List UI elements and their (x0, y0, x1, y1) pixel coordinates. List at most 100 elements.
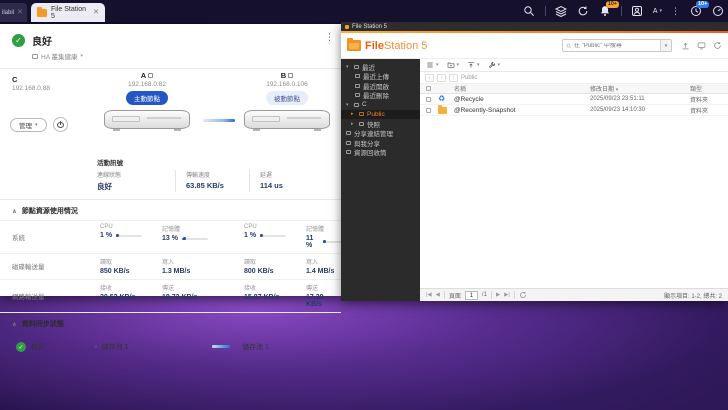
search-icon[interactable] (523, 5, 536, 18)
sidebar-label: 最近上傳 (363, 72, 389, 82)
column-date[interactable]: 修改日期 ▾ (590, 84, 690, 93)
page-total: /1 (482, 292, 487, 298)
select-all-checkbox[interactable] (426, 86, 431, 91)
chevron-down-icon: ▾ (346, 64, 351, 70)
collapse-icon[interactable]: ∧ (12, 208, 17, 215)
tab-ha-partial[interactable]: ilabil ✕ (0, 3, 27, 22)
chevron-right-icon: ▸ (351, 121, 356, 127)
cluster-subtitle: HA 叢集健康 (41, 51, 77, 61)
close-icon[interactable]: ✕ (17, 9, 23, 16)
cell-label: 接收 (244, 283, 306, 292)
sidebar-item-recycle-bin[interactable]: 資源回收筒 (341, 148, 420, 158)
external-link-icon[interactable] (288, 73, 293, 78)
file-row-snapshot[interactable]: @Recently-Snapshot 2025/09/23 14:10:30 資… (420, 105, 728, 116)
chevron-down-icon: ▾ (457, 62, 460, 68)
sidebar-item-share-links[interactable]: 分享連結管理 (341, 129, 420, 139)
search-box[interactable]: ▾ (562, 39, 672, 52)
search-input[interactable] (574, 43, 660, 49)
chevron-down-icon: ▾ (35, 122, 38, 128)
cell-label: 傳送 (162, 283, 244, 292)
cell-label: 寫入 (162, 257, 244, 266)
up-icon[interactable]: ↑ (449, 74, 458, 82)
stat-label: 傳輸速度 (186, 170, 239, 179)
resource-row-system: 系統 CPU 1 % 記憶體 13 % CPU 1 % 記憶體 11 % (0, 220, 341, 253)
row-checkbox[interactable] (426, 97, 431, 102)
tab-label: ilabil (2, 10, 14, 16)
sidebar-group-host[interactable]: ▾ C (341, 100, 420, 110)
external-link-icon[interactable] (148, 73, 153, 78)
node-b-ip: 192.168.0.106 (237, 81, 337, 88)
power-icon (57, 121, 64, 128)
sidebar-item-shared-with-me[interactable]: 與我分享 (341, 138, 420, 148)
remote-display-icon[interactable] (697, 41, 706, 50)
sidebar-item-recent-deleted[interactable]: 最近刪除 (341, 91, 420, 101)
collapse-icon[interactable]: ∧ (12, 321, 17, 328)
app-logo: FileStation 5 (347, 40, 427, 52)
notification-badge: 10+ (606, 1, 619, 9)
prev-page-icon[interactable]: ◀ (436, 292, 440, 298)
refresh-icon[interactable] (519, 291, 527, 299)
background-task-icon[interactable] (577, 5, 590, 18)
view-mode-button[interactable]: ▾ (426, 61, 439, 69)
chevron-down-icon[interactable]: ▾ (80, 53, 83, 59)
cell-value: 1.3 MB/s (162, 268, 190, 275)
notification-bell-icon[interactable]: 10+ (599, 5, 612, 18)
wrench-icon (488, 61, 496, 69)
more-options-icon[interactable]: ⋮ (671, 6, 680, 17)
file-date: 2025/09/23 14:10:30 (590, 107, 690, 113)
stat-value: 63.85 KB/s (186, 181, 239, 190)
cell-label: 記憶體 (162, 224, 244, 233)
search-filter-dropdown[interactable]: ▾ (660, 40, 671, 51)
sidebar-item-public[interactable]: ▸ Public (341, 110, 420, 120)
sort-desc-icon: ▾ (616, 87, 619, 93)
cell-value: 20.52 KB/s (100, 294, 135, 301)
sidebar-item-recent-uploaded[interactable]: 最近上傳 (341, 72, 420, 82)
manage-button[interactable]: 管理 ▾ (10, 118, 47, 132)
recycle-bin-icon (346, 150, 351, 154)
back-icon[interactable]: ‹ (425, 74, 434, 82)
close-icon[interactable]: ✕ (93, 9, 99, 16)
refresh-icon[interactable] (713, 41, 722, 50)
breadcrumb[interactable]: Public (461, 75, 477, 81)
tab-file-station[interactable]: File Station 5 ✕ (31, 3, 105, 22)
next-page-icon[interactable]: ▶ (496, 292, 500, 298)
sidebar-label: Public (367, 111, 385, 118)
row-checkbox[interactable] (426, 108, 431, 113)
file-name: @Recently-Snapshot (454, 107, 590, 114)
window-menu-icon[interactable]: ⋮ (325, 32, 334, 43)
cell-value: 1 % (244, 232, 256, 239)
sidebar-item-snapshot[interactable]: ▸ 快照 (341, 119, 420, 129)
column-name[interactable]: 名稱 (454, 84, 590, 93)
sidebar-label: 最近 (362, 62, 375, 72)
last-page-icon[interactable]: ▶| (504, 292, 510, 298)
sidebar-label: 分享連結管理 (354, 129, 393, 139)
chevron-down-icon[interactable]: ∨ (94, 344, 98, 350)
user-icon[interactable] (631, 5, 644, 18)
create-folder-button[interactable]: ▾ (447, 61, 460, 69)
column-type[interactable]: 類型 (690, 84, 728, 93)
forward-icon[interactable]: › (437, 74, 446, 82)
page-input[interactable]: 1 (465, 291, 478, 300)
cell-label: 接收 (100, 283, 162, 292)
sidebar-group-recent[interactable]: ▾ 最近 (341, 62, 420, 72)
folder-icon (438, 107, 447, 114)
resource-monitor-icon[interactable] (711, 5, 724, 18)
file-row-recycle[interactable]: ♻ @Recycle 2025/09/23 23:51:11 資料夾 (420, 94, 728, 105)
upload-icon[interactable] (681, 41, 690, 50)
file-station-window: File Station 5 FileStation 5 ▾ ▾ 最近 (341, 22, 728, 301)
upload-button[interactable]: ▾ (467, 61, 480, 69)
more-actions-button[interactable]: ▾ (488, 61, 501, 69)
power-button[interactable] (53, 117, 68, 132)
window-titlebar[interactable]: File Station 5 (341, 22, 728, 31)
clock-icon (354, 65, 359, 69)
user-menu[interactable]: A ▾ (653, 8, 662, 15)
cell-value: 17.39 KB/s (306, 294, 341, 308)
resource-row-disk: 磁碟輸送量 讀取 850 KB/s 寫入 1.3 MB/s 讀取 800 KB/… (0, 253, 341, 279)
main-menu-icon[interactable] (555, 5, 568, 18)
sidebar-item-recent-opened[interactable]: 最近開啟 (341, 81, 420, 91)
event-clock-icon[interactable]: 10+ (689, 5, 702, 18)
memory-usage-bar (182, 238, 208, 240)
chevron-down-icon: ▾ (659, 8, 662, 14)
first-page-icon[interactable]: |◀ (426, 292, 432, 298)
recycle-folder-icon: ♻ (438, 95, 446, 103)
